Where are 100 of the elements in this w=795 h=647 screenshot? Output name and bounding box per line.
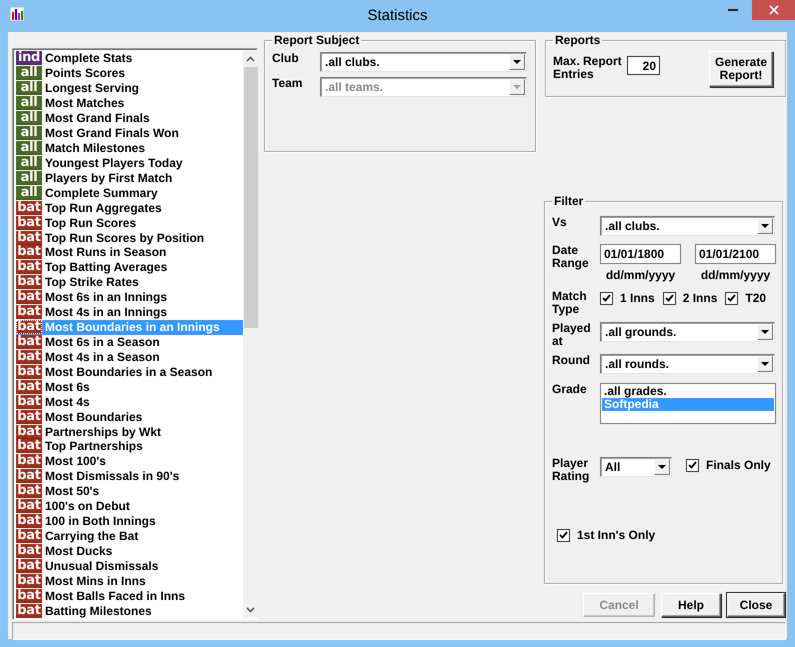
report-list-item[interactable]: bat Carrying the Bat — [16, 528, 243, 544]
category-badge: all — [16, 140, 42, 155]
report-list-item[interactable]: bat Top Run Scores by Position — [16, 230, 243, 245]
dialog-button[interactable]: Help — [661, 593, 721, 617]
category-badge: all — [16, 96, 42, 110]
checkbox[interactable] — [662, 292, 676, 304]
category-badge: bat — [16, 410, 42, 424]
category-badge: bat — [16, 454, 42, 468]
report-list-item[interactable]: bat Most Boundaries — [16, 409, 243, 424]
field-label: Date Range — [552, 244, 590, 270]
category-badge: bat — [16, 604, 42, 618]
max-entries-field[interactable]: 20 — [627, 56, 660, 75]
ground-dropdown[interactable]: .all grounds. — [600, 322, 775, 342]
category-badge: all — [16, 81, 42, 96]
report-list-item[interactable]: bat Most Balls Faced in Inns — [16, 588, 243, 604]
category-badge: bat — [16, 260, 42, 274]
report-list-item[interactable]: all Most Matches — [16, 96, 243, 111]
round-dropdown[interactable]: .all rounds. — [600, 354, 775, 374]
report-list-item[interactable]: all Points Scores — [16, 66, 243, 81]
category-badge: bat — [16, 439, 42, 454]
checkbox[interactable] — [725, 292, 738, 304]
category-badge: bat — [16, 380, 42, 394]
report-list-item[interactable]: bat 100's on Debut — [16, 498, 243, 514]
report-list-item[interactable]: bat Most 6s in a Season — [16, 334, 243, 350]
checkbox[interactable] — [557, 528, 570, 542]
report-list-item[interactable]: bat Most Boundaries in a Season — [16, 364, 243, 380]
report-list-item[interactable]: all Most Grand Finals Won — [16, 126, 243, 141]
field-label: Match Type — [552, 290, 588, 316]
vs-dropdown[interactable]: .all clubs. — [600, 216, 775, 236]
close-icon[interactable] — [752, 0, 795, 20]
report-list-item[interactable]: ind Complete Stats — [16, 51, 243, 66]
report-list-item[interactable]: bat Most Boundaries in an Innings — [16, 320, 243, 335]
report-list-item[interactable]: bat Most 4s in an Innings — [16, 304, 243, 320]
checkbox-label: 1st Inn's Only — [577, 528, 656, 542]
field-label: Club — [272, 52, 300, 65]
report-list-item[interactable]: bat Most Dismissals in 90's — [16, 468, 243, 484]
report-list-item[interactable]: all Players by First Match — [16, 170, 243, 186]
category-badge: bat — [16, 574, 42, 588]
category-badge: bat — [16, 528, 42, 543]
report-list-item[interactable]: all Complete Summary — [16, 185, 243, 200]
report-list-item[interactable]: bat Most 4s — [16, 394, 243, 410]
report-list-item[interactable]: bat Most Runs in Season — [16, 244, 243, 260]
category-badge: bat — [16, 290, 42, 304]
group-title: Filter — [552, 194, 586, 208]
rating-dropdown[interactable]: All — [600, 457, 672, 477]
category-badge: bat — [16, 394, 42, 409]
report-list-item[interactable]: bat Most 100's — [16, 454, 243, 469]
date-format-hint: dd/mm/yyyy — [700, 268, 772, 282]
grade-option[interactable]: .all grades. — [602, 385, 774, 398]
report-list-item[interactable]: bat Top Run Scores — [16, 215, 243, 230]
category-badge: bat — [16, 216, 42, 230]
field-label: Grade — [552, 383, 588, 396]
report-list-item[interactable]: bat Most Mins in Inns — [16, 573, 243, 588]
category-badge: bat — [16, 558, 42, 573]
report-list-item[interactable]: bat Partnerships by Wkt — [16, 424, 243, 439]
field-label: Player Rating — [552, 457, 590, 483]
dialog-button[interactable]: Close — [727, 593, 785, 617]
report-list-item[interactable]: bat Most Ducks — [16, 543, 243, 558]
report-list-item[interactable]: bat Top Strike Rates — [16, 274, 243, 290]
category-badge: all — [16, 156, 42, 170]
category-badge: bat — [16, 305, 42, 320]
grade-list[interactable]: .all grades. Softpedia — [600, 383, 776, 424]
report-list-item[interactable]: bat Most 50's — [16, 484, 243, 499]
field-label: Team — [272, 77, 304, 90]
date-to-field[interactable]: 01/01/2100 — [695, 244, 776, 264]
category-badge: bat — [16, 484, 42, 498]
checkbox[interactable] — [600, 292, 613, 304]
report-list-item[interactable]: bat Batting Milestones — [16, 603, 243, 618]
report-list-item[interactable]: all Longest Serving — [16, 80, 243, 96]
category-badge: bat — [16, 514, 42, 528]
scrollbar[interactable] — [243, 51, 258, 618]
checkbox-label: T20 — [745, 291, 766, 305]
category-badge: bat — [16, 275, 42, 290]
report-list-item[interactable]: bat Most 6s — [16, 379, 243, 394]
category-badge: all — [16, 126, 42, 140]
group-title: Reports — [553, 33, 602, 47]
report-list-item[interactable]: all Match Milestones — [16, 140, 243, 156]
report-list-item[interactable]: bat 100 in Both Innings — [16, 514, 243, 528]
report-list[interactable] — [12, 48, 258, 620]
date-format-hint: dd/mm/yyyy — [604, 268, 676, 282]
report-list-item[interactable]: bat Most 6s in an Innings — [16, 290, 243, 305]
bar-chart-icon — [10, 7, 24, 24]
club-dropdown[interactable]: .all clubs. — [320, 52, 527, 72]
category-badge: bat — [16, 588, 42, 603]
category-badge: all — [16, 111, 42, 126]
report-list-item[interactable]: all Most Grand Finals — [16, 110, 243, 126]
category-badge: all — [16, 186, 42, 200]
scrollbar-thumb[interactable] — [244, 67, 258, 328]
report-list-item[interactable]: bat Top Run Aggregates — [16, 200, 243, 216]
report-list-item[interactable]: bat Most 4s in a Season — [16, 349, 243, 364]
date-from-field[interactable]: 01/01/1800 — [600, 244, 681, 264]
generate-report-button[interactable]: Generate Report! — [709, 51, 773, 87]
report-list-item[interactable]: bat Unusual Dismissals — [16, 558, 243, 574]
report-list-item[interactable]: bat Top Partnerships — [16, 438, 243, 454]
report-list-item[interactable]: all Youngest Players Today — [16, 155, 243, 170]
category-badge: bat — [16, 245, 42, 260]
checkbox-label: 2 Inns — [682, 291, 718, 305]
report-list-item[interactable]: bat Top Batting Averages — [16, 260, 243, 275]
checkbox[interactable] — [686, 458, 699, 472]
field-label: Played at — [552, 322, 592, 348]
